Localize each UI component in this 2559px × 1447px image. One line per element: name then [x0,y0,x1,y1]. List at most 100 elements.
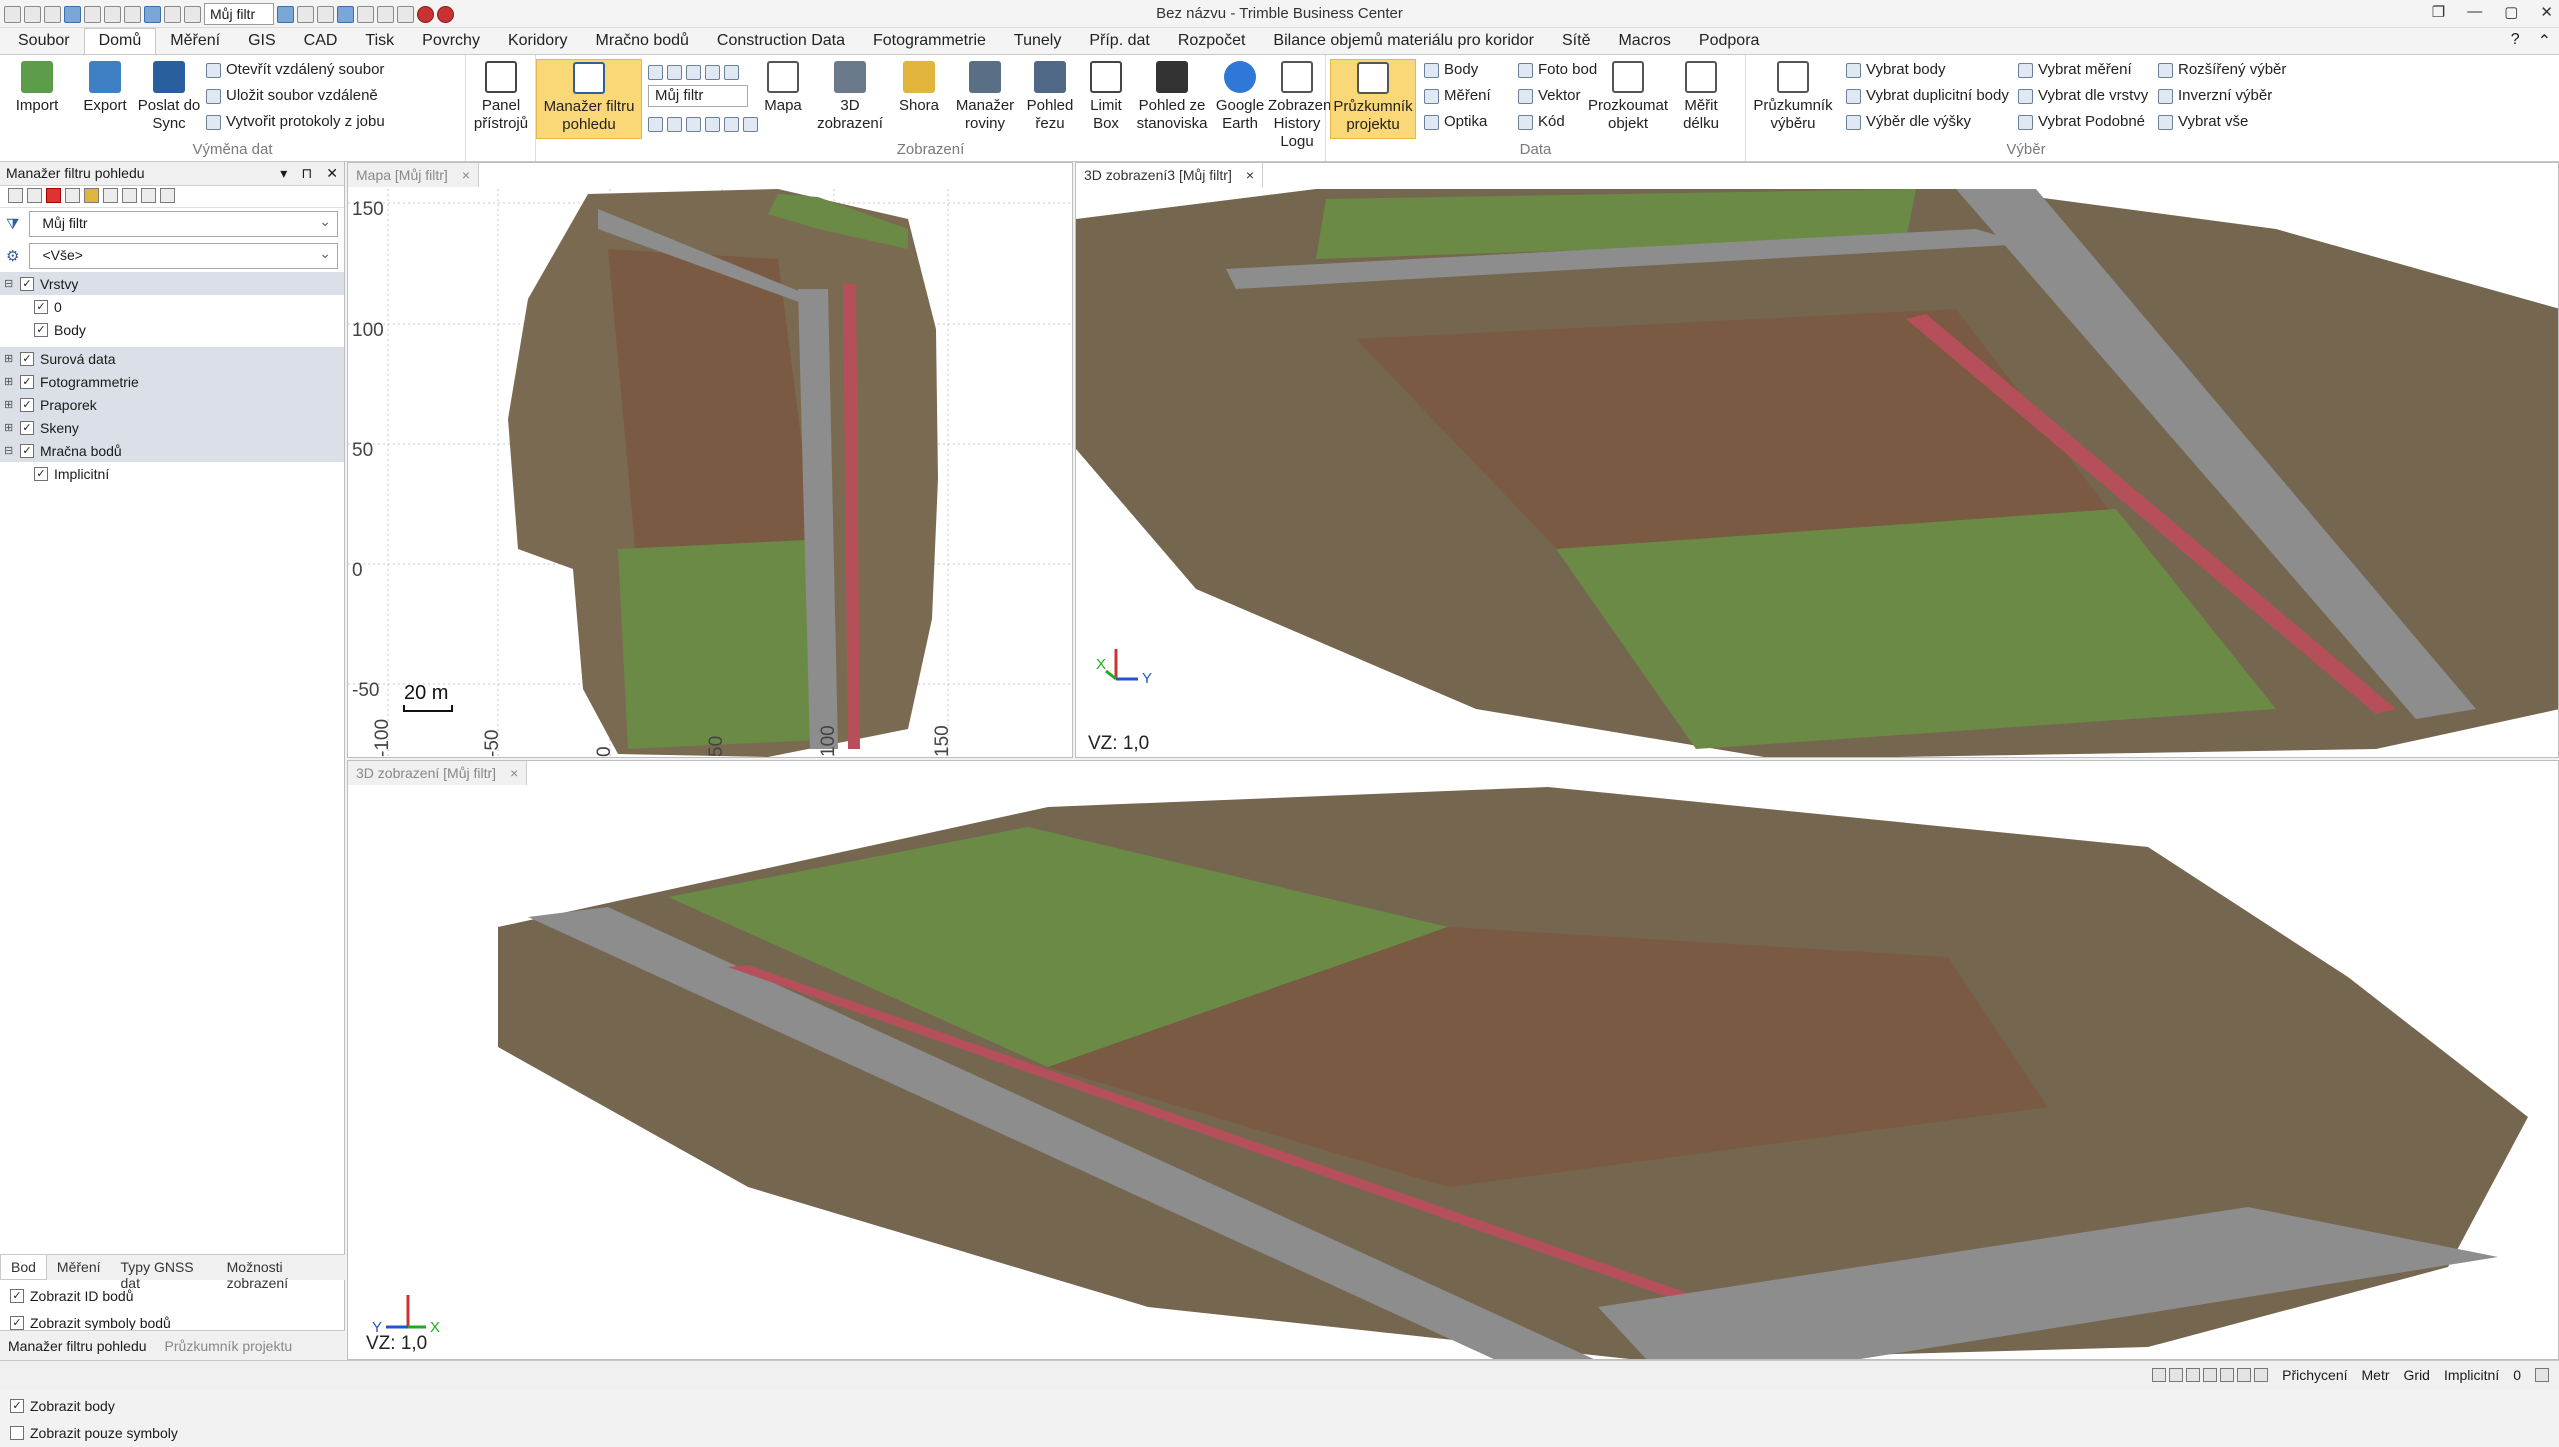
menu-item[interactable]: Domů [84,28,157,55]
select-mode-icon[interactable] [667,117,682,132]
menu-item[interactable]: Sítě [1548,29,1604,54]
tree-checkbox[interactable]: ✓ [34,323,48,337]
tasks-icon[interactable] [2535,1368,2549,1382]
options-tab[interactable]: Typy GNSS dat [111,1255,217,1280]
menu-item[interactable]: Příp. dat [1075,29,1163,54]
tree-checkbox[interactable]: ✓ [20,398,34,412]
points-button[interactable]: Body [1424,59,1478,81]
pan-icon[interactable] [686,65,701,80]
measurements-button[interactable]: Měření [1424,85,1491,107]
tree-node[interactable]: ⊞✓Fotogrammetrie [0,370,344,393]
tree-checkbox[interactable]: ✓ [20,352,34,366]
filter-manager-button[interactable]: Manažer filtru pohledu [536,59,642,139]
selection-explorer-button[interactable]: Průzkumník výběru [1750,59,1836,133]
minimize-icon[interactable]: — [2467,3,2482,21]
menu-item[interactable]: Rozpočet [1164,29,1260,54]
plane-manager-button[interactable]: Manažer roviny [950,59,1020,133]
view3d-button[interactable]: 3D zobrazení [812,59,888,133]
box1-icon[interactable] [103,188,118,203]
tree-node[interactable]: ⊟✓Vrstvy [0,272,344,295]
expand-icon[interactable]: ⊞ [4,398,14,411]
maximize-icon[interactable]: ▢ [2504,3,2518,21]
tab-filter-manager[interactable]: Manažer filtru pohledu [8,1338,147,1354]
grid-view-icon[interactable] [648,117,663,132]
delete-filter-icon[interactable] [46,188,61,203]
snap-status-icon[interactable] [2220,1368,2234,1382]
tab-map[interactable]: Mapa [Můj filtr]× [348,163,479,187]
option-checkbox[interactable] [10,1426,24,1440]
select-all-button[interactable]: Vybrat vše [2158,111,2248,133]
tree-checkbox[interactable]: ✓ [34,300,48,314]
angle-status-icon[interactable] [2237,1368,2251,1382]
menu-item[interactable]: Fotogrammetrie [859,29,1000,54]
zoom-out-icon[interactable] [667,65,682,80]
unit-status[interactable]: Metr [2362,1367,2390,1383]
expand-icon[interactable]: ⊞ [4,375,14,388]
edit-filter-icon[interactable] [27,188,42,203]
tree-checkbox[interactable]: ✓ [20,375,34,389]
import-button[interactable]: Import [4,59,70,115]
measure-length-button[interactable]: Měřit délku [1672,59,1730,133]
default-status[interactable]: Implicitní [2444,1367,2499,1383]
tree-checkbox[interactable]: ✓ [34,467,48,481]
menu-item[interactable]: Macros [1604,29,1684,54]
tab-close-icon[interactable]: × [510,765,518,781]
tree-node[interactable]: ✓0 [0,295,344,318]
station-view-button[interactable]: Pohled ze stanoviska [1134,59,1210,133]
tree-node[interactable]: ✓Implicitní [0,462,344,485]
expand-icon[interactable]: ⊞ [4,352,14,365]
option-row[interactable]: ✓Zobrazit body [0,1392,345,1420]
export-button[interactable]: Export [72,59,138,115]
menu-item[interactable]: Construction Data [703,29,859,54]
option-checkbox[interactable]: ✓ [10,1316,24,1330]
copy-filter-icon[interactable] [65,188,80,203]
pin-icon[interactable]: ⊓ [301,165,312,182]
menu-item[interactable]: CAD [290,29,352,54]
view3d-canvas[interactable]: Y X VZ: 1,0 [348,787,2558,1359]
snap-status[interactable]: Přichycení [2282,1367,2347,1383]
option-checkbox[interactable]: ✓ [10,1289,24,1303]
select-duplicate-button[interactable]: Vybrat duplicitní body [1846,85,2009,107]
tree-node[interactable]: ⊟✓Mračna bodů [0,439,344,462]
options-tab[interactable]: Bod [0,1255,47,1280]
new-filter-icon[interactable] [8,188,23,203]
project-explorer-button[interactable]: Průzkumník projektu [1330,59,1416,139]
menu-item[interactable]: Měření [156,29,234,54]
grid-status[interactable]: Grid [2404,1367,2430,1383]
layer-filter-icon[interactable] [84,188,99,203]
map-button[interactable]: Mapa [758,59,808,115]
tab-view3d-3[interactable]: 3D zobrazení3 [Můj filtr]× [1076,163,1263,187]
collapse-icon[interactable]: ⊟ [4,444,14,457]
help-icon[interactable]: ? [2511,31,2520,51]
select-points-button[interactable]: Vybrat body [1846,59,1946,81]
select-similar-button[interactable]: Vybrat Podobné [2018,111,2145,133]
vector-button[interactable]: Vektor [1518,85,1581,107]
extended-select-button[interactable]: Rozšířený výběr [2158,59,2286,81]
tree-checkbox[interactable]: ✓ [20,277,34,291]
optics-button[interactable]: Optika [1424,111,1487,133]
google-earth-button[interactable]: Google Earth [1212,59,1268,133]
menu-item[interactable]: Bilance objemů materiálu pro koridor [1259,29,1548,54]
panel-button[interactable]: Panel přístrojů [468,59,534,133]
zoom-status-icon[interactable] [2152,1368,2166,1382]
select-height-button[interactable]: Výběr dle výšky [1846,111,1971,133]
tab-close-icon[interactable]: × [1246,167,1254,183]
limit-box-button[interactable]: Limit Box [1080,59,1132,133]
flag-icon[interactable] [724,117,739,132]
select-measurements-button[interactable]: Vybrat měření [2018,59,2132,81]
tree-node[interactable]: ✓Body [0,318,344,341]
collapse-icon[interactable]: ⊟ [4,277,14,290]
select-layer-button[interactable]: Vybrat dle vrstvy [2018,85,2148,107]
save-remote-button[interactable]: Uložit soubor vzdáleně [206,85,378,107]
option-row[interactable]: ✓Zobrazit ID bodů [0,1282,345,1310]
options-tab[interactable]: Měření [47,1255,111,1280]
top-view-button[interactable]: Shora [890,59,948,115]
text-filter-icon[interactable] [160,188,175,203]
ribbon-collapse-icon[interactable]: ⌃ [2538,31,2551,51]
zoom-extents-icon[interactable] [724,65,739,80]
hand-icon[interactable] [686,117,701,132]
history-log-button[interactable]: Zobrazení History Logu [1268,59,1326,151]
tab-close-icon[interactable]: × [462,167,470,183]
menu-item[interactable]: GIS [234,29,290,54]
panel-menu-icon[interactable]: ▾ [280,165,287,182]
